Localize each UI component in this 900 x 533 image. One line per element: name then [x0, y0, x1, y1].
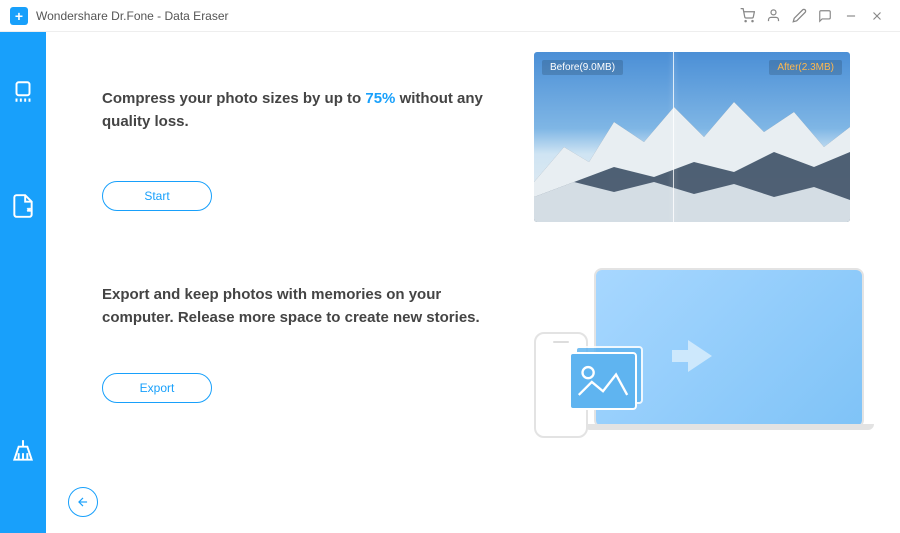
back-button[interactable]	[68, 487, 98, 517]
comparison-divider	[673, 52, 674, 222]
minimize-button[interactable]	[838, 3, 864, 29]
app-logo: +	[10, 7, 28, 25]
export-illustration	[534, 262, 864, 438]
start-button[interactable]: Start	[102, 181, 212, 211]
sidebar-item-broom[interactable]	[9, 437, 37, 465]
close-button[interactable]	[864, 3, 890, 29]
sidebar-item-eraser[interactable]	[9, 78, 37, 106]
after-badge: After(2.3MB)	[769, 60, 842, 75]
main-content: Compress your photo sizes by up to 75% w…	[46, 32, 900, 533]
sidebar	[0, 32, 46, 533]
edit-icon[interactable]	[786, 3, 812, 29]
feedback-icon[interactable]	[812, 3, 838, 29]
compress-preview-image: Before(9.0MB) After(2.3MB)	[534, 52, 850, 222]
sidebar-item-document[interactable]	[9, 192, 37, 220]
compress-heading: Compress your photo sizes by up to 75% w…	[102, 88, 498, 133]
before-badge: Before(9.0MB)	[542, 60, 623, 75]
account-icon[interactable]	[760, 3, 786, 29]
export-heading: Export and keep photos with memories on …	[102, 284, 498, 329]
cart-icon[interactable]	[734, 3, 760, 29]
photos-icon	[569, 352, 637, 410]
arrow-icon	[688, 340, 712, 372]
export-button[interactable]: Export	[102, 373, 212, 403]
window-title: Wondershare Dr.Fone - Data Eraser	[36, 9, 229, 23]
